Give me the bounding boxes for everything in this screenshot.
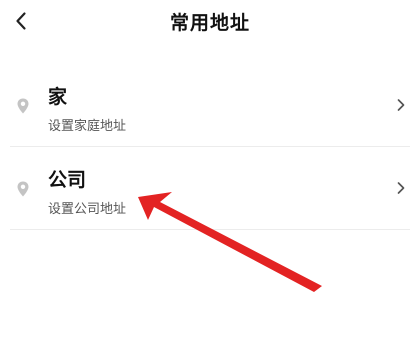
address-item-title: 家 [48,86,68,108]
address-item-company[interactable]: 公司 设置公司地址 [0,147,420,230]
address-item-subtitle: 设置家庭地址 [48,119,127,134]
location-pin-icon [17,98,29,114]
divider [10,229,410,230]
page-title: 常用地址 [169,12,250,34]
address-item-home[interactable]: 家 设置家庭地址 [0,64,420,147]
address-item-title: 公司 [48,169,87,191]
address-list: 家 设置家庭地址 公司 设置公司地址 [0,64,420,230]
header-bar: 常用地址 [0,0,420,44]
address-item-subtitle: 设置公司地址 [48,202,127,217]
location-pin-icon [17,181,29,197]
chevron-right-icon [397,182,405,194]
chevron-right-icon [397,99,405,111]
